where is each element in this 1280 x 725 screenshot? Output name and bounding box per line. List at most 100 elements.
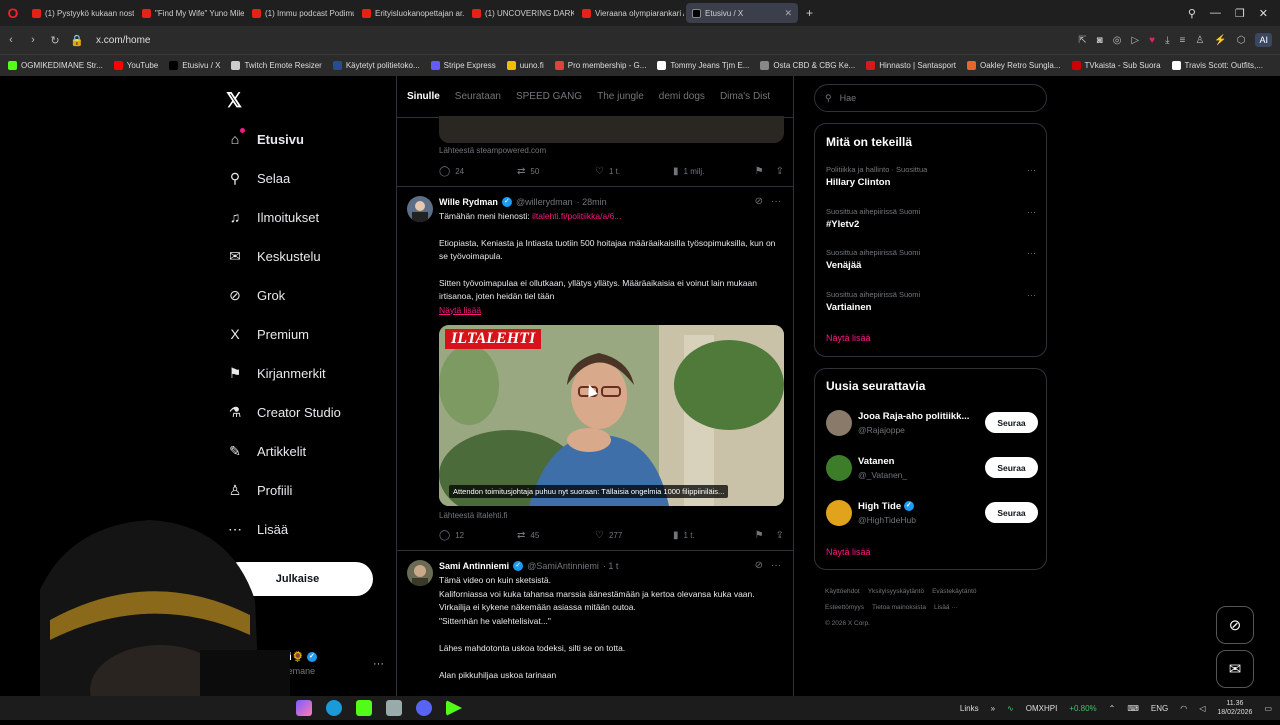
footer-link[interactable]: Tietoa mainoksista xyxy=(872,604,926,611)
ai-button[interactable]: AI xyxy=(1255,33,1272,47)
feed-tab[interactable]: Dima's Dist xyxy=(720,91,770,102)
avatar[interactable] xyxy=(826,410,852,436)
stock-name[interactable]: OMXHPI xyxy=(1026,704,1058,713)
bookmark-item[interactable]: Twitch Emote Resizer xyxy=(231,61,322,70)
grok-icon[interactable]: ⊘ xyxy=(755,560,763,571)
chevron-icon[interactable]: » xyxy=(991,704,995,713)
share-icon[interactable]: ⇪ xyxy=(776,530,784,541)
browser-tab[interactable]: Etusivu / X ✕ xyxy=(686,3,798,23)
feed-tab[interactable]: Seurataan xyxy=(455,91,501,102)
bookmark-item[interactable]: YouTube xyxy=(113,61,158,70)
nav-item-bookmark[interactable]: ⚑ Kirjanmerkit xyxy=(226,364,326,382)
trend-item[interactable]: Suosittua aihepiirissä Suomi #Yletv2 ··· xyxy=(826,207,1036,230)
post-time[interactable]: · 1 t xyxy=(603,561,619,571)
feed-tab[interactable]: SPEED GANG xyxy=(516,91,582,102)
bookmark-item[interactable]: uuno.fi xyxy=(506,61,544,70)
clock[interactable]: 11.36 18/02/2026 xyxy=(1217,699,1252,717)
browser-tab[interactable]: (1) UNCOVERING DARK E... xyxy=(466,3,574,23)
more-icon[interactable]: ··· xyxy=(373,658,384,670)
close-tab-icon[interactable]: ✕ xyxy=(784,8,792,19)
browser-tab[interactable]: (1) Immu podcast Podimu... xyxy=(246,3,354,23)
bookmark-item[interactable]: Tommy Jeans Tjm E... xyxy=(657,61,749,70)
more-icon[interactable]: ··· xyxy=(1027,165,1036,175)
footer-link[interactable]: Esteettömyys xyxy=(825,604,864,611)
cube-icon[interactable]: ⬡ xyxy=(1237,35,1246,46)
like-button[interactable]: ♡ 277 xyxy=(595,530,673,541)
post-time[interactable]: · 28min xyxy=(577,197,607,207)
repost-button[interactable]: ⇄ 45 xyxy=(517,530,595,541)
author-name[interactable]: Wille Rydman xyxy=(439,197,498,207)
new-tab-icon[interactable]: + xyxy=(806,6,813,20)
camera-icon[interactable]: ◙ xyxy=(1097,35,1103,46)
bookmark-item[interactable]: Hinnasto | Santasport xyxy=(866,61,956,70)
feed-tab[interactable]: Sinulle xyxy=(407,91,440,102)
feed-tab[interactable]: The jungle xyxy=(597,91,644,102)
search-tabs-icon[interactable]: ⚲ xyxy=(1188,7,1196,20)
nav-item-x[interactable]: X Premium xyxy=(226,325,309,343)
shield-icon[interactable] xyxy=(386,700,402,716)
opera-logo-icon[interactable]: O xyxy=(0,0,26,26)
author-name[interactable]: Sami Antinniemi xyxy=(439,561,509,571)
vpn-icon[interactable]: ◎ xyxy=(1113,35,1122,46)
bookmark-item[interactable]: Etusivu / X xyxy=(169,61,220,70)
menu-icon[interactable]: ≡ xyxy=(1179,35,1185,46)
discord-icon[interactable] xyxy=(416,700,432,716)
bookmark-icon[interactable]: ⚑ xyxy=(755,166,764,177)
browser-tab[interactable]: "Find My Wife" Yuno Mile... xyxy=(136,3,244,23)
search-input[interactable]: Hae xyxy=(840,93,857,103)
bookmark-item[interactable]: Oakley Retro Sungla... xyxy=(967,61,1061,70)
reply-button[interactable]: ◯ 24 xyxy=(439,166,517,177)
more-icon[interactable]: ··· xyxy=(1027,248,1036,258)
lang-indicator[interactable]: ENG xyxy=(1151,704,1168,713)
network-icon[interactable]: ⌨ xyxy=(1127,704,1139,713)
grok-fab-icon[interactable]: ⊘ xyxy=(1216,606,1254,644)
trends-show-more[interactable]: Näytä lisää xyxy=(826,333,871,343)
more-icon[interactable]: ··· xyxy=(1027,207,1036,217)
browser-tab[interactable]: Erityisluokanopettajan ar... xyxy=(356,3,464,23)
follow-button[interactable]: Seuraa xyxy=(985,457,1038,478)
messages-fab-icon[interactable]: ✉ xyxy=(1216,650,1254,688)
views-button[interactable]: ▮ 1 milj. xyxy=(673,166,751,177)
notification-icon[interactable]: ▭ xyxy=(1264,704,1272,713)
feed-tab[interactable]: demi dogs xyxy=(659,91,705,102)
follow-suggestion[interactable]: Jooa Raja-aho politiikk... @Rajajoppe Se… xyxy=(826,409,1038,439)
share-icon[interactable]: ⇪ xyxy=(776,166,784,177)
browser-tab[interactable]: Vieraana olympiarankari A... xyxy=(576,3,684,23)
author-handle[interactable]: @SamiAntinniemi xyxy=(527,561,599,571)
link-source[interactable]: Lähteestä steampowered.com xyxy=(439,146,546,155)
link-source[interactable]: Lähteestä iltalehti.fi xyxy=(439,511,508,520)
like-button[interactable]: ♡ 1 t. xyxy=(595,166,673,177)
profile-icon[interactable]: ♙ xyxy=(1195,35,1204,46)
post-media[interactable] xyxy=(439,116,784,143)
bookmark-item[interactable]: Osta CBD & CBG Ke... xyxy=(760,61,855,70)
wifi-icon[interactable]: ◠ xyxy=(1180,704,1187,713)
author-handle[interactable]: @willerydman xyxy=(516,197,573,207)
show-more-link[interactable]: Näytä lisää xyxy=(439,304,784,318)
avatar[interactable] xyxy=(407,196,433,222)
follow-suggestion[interactable]: High Tide ✓ @HighTideHub Seuraa xyxy=(826,499,1038,529)
bookmark-item[interactable]: Käytetyt politietoko... xyxy=(332,61,420,70)
bookmark-item[interactable]: OGMIKEDIMANE Str... xyxy=(8,61,103,70)
nav-item-creator[interactable]: ⚗ Creator Studio xyxy=(226,403,341,421)
bookmark-item[interactable]: Pro membership - G... xyxy=(554,61,646,70)
nav-item-grok[interactable]: ⊘ Grok xyxy=(226,286,285,304)
footer-link[interactable]: Evästekäytäntö xyxy=(932,588,976,595)
nav-item-home[interactable]: ⌂ Etusivu xyxy=(226,128,304,148)
twitch-icon[interactable] xyxy=(356,700,372,716)
more-icon[interactable]: ··· xyxy=(771,196,781,207)
footer-link[interactable]: Lisää ··· xyxy=(934,604,958,611)
bookmark-icon[interactable]: ⚑ xyxy=(755,530,764,541)
trend-item[interactable]: Suosittua aihepiirissä Suomi Venäjää ··· xyxy=(826,248,1036,271)
follow-button[interactable]: Seuraa xyxy=(985,502,1038,523)
heart-icon[interactable]: ♥ xyxy=(1149,35,1155,46)
download-icon[interactable]: ⤓ xyxy=(1165,35,1169,46)
kick-icon[interactable] xyxy=(446,700,462,716)
tray-expand-icon[interactable]: ⌃ xyxy=(1109,704,1116,713)
nav-item-bell[interactable]: ♫ Ilmoitukset xyxy=(226,208,319,226)
app-icon[interactable] xyxy=(296,700,312,716)
edge-icon[interactable] xyxy=(326,700,342,716)
nav-item-profile[interactable]: ♙ Profiili xyxy=(226,481,293,499)
footer-link[interactable]: Yksityisyyskäytäntö xyxy=(868,588,924,595)
more-icon[interactable]: ··· xyxy=(1027,290,1036,300)
link-card[interactable]: ILTALEHTI Attendon toimitusjohtaja puhuu… xyxy=(439,325,784,506)
